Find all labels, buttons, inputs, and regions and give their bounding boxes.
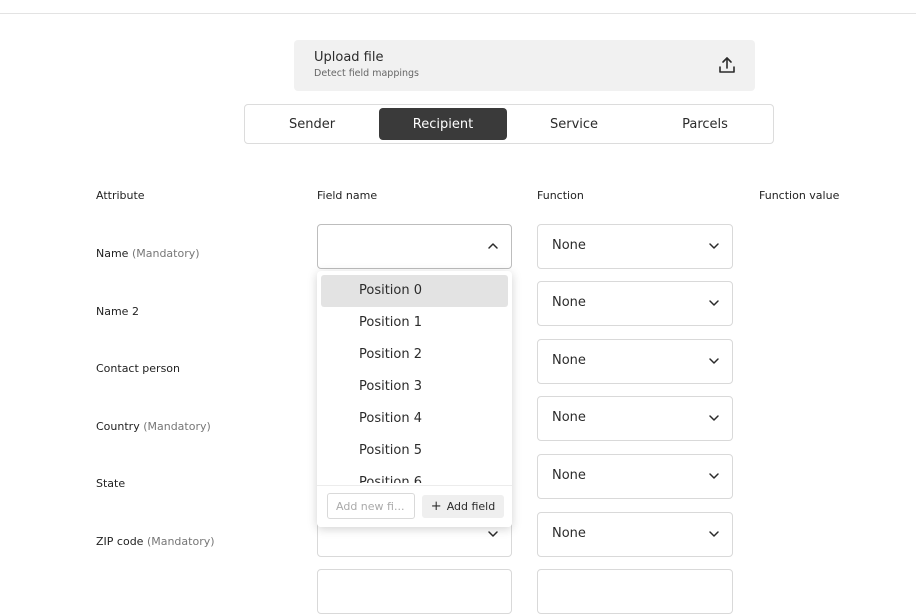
dropdown-option[interactable]: Position 6 — [321, 467, 508, 483]
function-value: None — [552, 526, 586, 541]
dropdown-options: Position 0 Position 1 Position 2 Positio… — [317, 271, 512, 483]
tab-sender[interactable]: Sender — [248, 108, 376, 140]
chevron-down-icon — [709, 473, 719, 479]
tab-recipient[interactable]: Recipient — [379, 108, 507, 140]
header-field-name: Field name — [317, 189, 378, 202]
attribute-name-text: ZIP code — [96, 535, 144, 548]
add-field-label: Add field — [446, 500, 496, 513]
upload-subtitle: Detect field mappings — [314, 68, 419, 79]
mandatory-note: (Mandatory) — [143, 420, 211, 433]
attribute-label-state: State — [96, 477, 125, 490]
upload-file-button[interactable]: Upload file Detect field mappings — [294, 40, 755, 91]
function-select-country[interactable]: None — [537, 396, 733, 441]
function-select-state[interactable]: None — [537, 454, 733, 499]
tab-parcels[interactable]: Parcels — [641, 108, 769, 140]
chevron-down-icon — [488, 531, 498, 537]
attribute-name-text: Name — [96, 247, 129, 260]
field-name-select-next[interactable] — [317, 569, 512, 614]
function-value: None — [552, 353, 586, 368]
chevron-down-icon — [709, 358, 719, 364]
new-field-input[interactable] — [327, 493, 415, 519]
dropdown-option[interactable]: Position 5 — [321, 435, 508, 467]
function-select-zip-code[interactable]: None — [537, 512, 733, 557]
function-select-name[interactable]: None — [537, 224, 733, 269]
dropdown-option[interactable]: Position 3 — [321, 371, 508, 403]
dropdown-option[interactable]: Position 0 — [321, 275, 508, 307]
plus-icon: + — [430, 499, 442, 514]
dropdown-option[interactable]: Position 1 — [321, 307, 508, 339]
upload-icon — [719, 57, 735, 73]
upload-title: Upload file — [314, 50, 384, 65]
attribute-name-text: Name 2 — [96, 305, 139, 318]
attribute-label-contact-person: Contact person — [96, 362, 180, 375]
attribute-name-text: Contact person — [96, 362, 180, 375]
chevron-down-icon — [709, 531, 719, 537]
function-select-contact-person[interactable]: None — [537, 339, 733, 384]
function-value: None — [552, 468, 586, 483]
function-select-name-2[interactable]: None — [537, 281, 733, 326]
chevron-down-icon — [709, 243, 719, 249]
dropdown-option[interactable]: Position 2 — [321, 339, 508, 371]
function-select-next[interactable] — [537, 569, 733, 614]
header-function: Function — [537, 189, 584, 202]
attribute-label-name-2: Name 2 — [96, 305, 139, 318]
attribute-name-text: State — [96, 477, 126, 490]
dropdown-option[interactable]: Position 4 — [321, 403, 508, 435]
field-name-dropdown: Position 0 Position 1 Position 2 Positio… — [317, 271, 512, 527]
section-tabs: Sender Recipient Service Parcels — [244, 104, 774, 144]
mandatory-note: (Mandatory) — [146, 535, 215, 548]
function-value: None — [552, 410, 586, 425]
attribute-label-name: Name (Mandatory) — [96, 247, 200, 260]
chevron-down-icon — [709, 300, 719, 306]
mandatory-note: (Mandatory) — [131, 247, 200, 260]
attribute-name-text: Country — [96, 420, 140, 433]
header-attribute: Attribute — [96, 189, 145, 202]
field-name-select-name[interactable] — [317, 224, 512, 269]
chevron-up-icon — [488, 243, 498, 249]
header-function-value: Function value — [759, 189, 840, 202]
function-value: None — [552, 295, 586, 310]
dropdown-footer: + Add field — [317, 485, 512, 527]
tab-service[interactable]: Service — [510, 108, 638, 140]
top-divider — [0, 13, 916, 14]
attribute-label-country: Country (Mandatory) — [96, 420, 211, 433]
add-field-button[interactable]: + Add field — [422, 495, 504, 518]
chevron-down-icon — [709, 415, 719, 421]
function-value: None — [552, 238, 586, 253]
attribute-label-zip-code: ZIP code (Mandatory) — [96, 535, 215, 548]
